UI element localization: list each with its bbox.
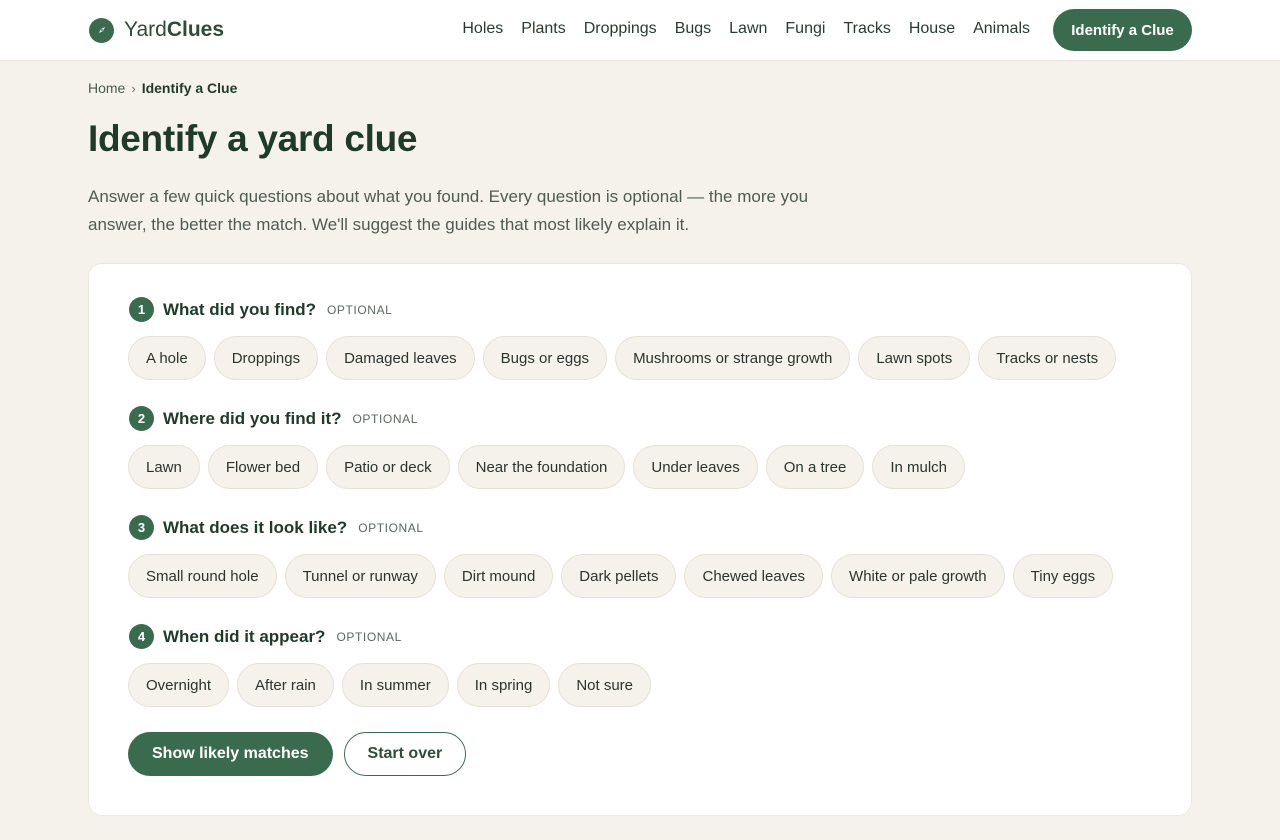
breadcrumb-current: Identify a Clue [141,80,238,96]
question-4-header: 4 When did it appear? OPTIONAL [129,624,402,649]
option-chip[interactable]: In mulch [872,445,966,489]
nav-item-droppings[interactable]: Droppings [584,20,657,38]
question-1-options: A hole Droppings Damaged leaves Bugs or … [128,336,1117,380]
brand-logo-link[interactable]: YardClues [89,17,224,43]
option-chip[interactable]: Small round hole [128,554,277,598]
option-chip[interactable]: Lawn [128,445,200,489]
question-text: What does it look like? [163,517,348,537]
question-number-badge: 1 [129,297,154,322]
brand-name-part1: Yard [124,18,167,41]
nav-item-lawn[interactable]: Lawn [729,20,767,38]
option-chip[interactable]: Dark pellets [561,554,677,598]
question-2-options: Lawn Flower bed Patio or deck Near the f… [128,445,966,489]
identify-clue-button[interactable]: Identify a Clue [1053,9,1192,51]
nav-item-bugs[interactable]: Bugs [675,20,711,38]
question-3-header: 3 What does it look like? OPTIONAL [129,515,424,540]
show-matches-button[interactable]: Show likely matches [128,732,333,776]
question-text: What did you find? [163,299,316,319]
option-chip[interactable]: Near the foundation [457,445,626,489]
option-chip[interactable]: Under leaves [633,445,758,489]
nav-item-animals[interactable]: Animals [973,20,1030,38]
nav-item-plants[interactable]: Plants [521,20,565,38]
option-chip[interactable]: Patio or deck [326,445,450,489]
option-chip[interactable]: Damaged leaves [326,336,475,380]
question-text: Where did you find it? [163,408,342,428]
option-chip[interactable]: A hole [128,336,206,380]
breadcrumb-home-link[interactable]: Home [88,80,125,96]
form-actions: Show likely matches Start over [128,732,467,776]
option-chip[interactable]: Overnight [128,663,230,707]
question-4-options: Overnight After rain In summer In spring… [128,663,652,707]
option-chip[interactable]: Tiny eggs [1012,554,1114,598]
option-chip[interactable]: After rain [237,663,334,707]
option-chip[interactable]: Droppings [213,336,319,380]
nav-item-holes[interactable]: Holes [462,20,503,38]
option-chip[interactable]: Lawn spots [858,336,971,380]
main-nav: Holes Plants Droppings Bugs Lawn Fungi T… [462,20,1030,38]
question-number-badge: 2 [129,406,154,431]
optional-label: OPTIONAL [352,411,418,426]
question-1-header: 1 What did you find? OPTIONAL [129,297,392,322]
option-chip[interactable]: Not sure [558,663,652,707]
optional-label: OPTIONAL [336,629,402,644]
option-chip[interactable]: Mushrooms or strange growth [615,336,851,380]
page-title: Identify a yard clue [88,118,418,159]
question-number-badge: 4 [129,624,154,649]
compass-icon [89,17,114,43]
identify-form-card: 1 What did you find? OPTIONAL A hole Dro… [88,263,1192,816]
option-chip[interactable]: Tracks or nests [978,336,1117,380]
option-chip[interactable]: In summer [341,663,449,707]
nav-item-fungi[interactable]: Fungi [785,20,825,38]
top-navigation-bar: YardClues Holes Plants Droppings Bugs La… [0,0,1280,61]
option-chip[interactable]: Dirt mound [443,554,554,598]
option-chip[interactable]: Bugs or eggs [482,336,608,380]
option-chip[interactable]: On a tree [765,445,865,489]
nav-item-house[interactable]: House [909,20,955,38]
brand-name-part2: Clues [166,18,224,41]
start-over-button[interactable]: Start over [343,732,467,776]
optional-label: OPTIONAL [358,520,424,535]
question-2-header: 2 Where did you find it? OPTIONAL [129,406,418,431]
option-chip[interactable]: Tunnel or runway [284,554,436,598]
optional-label: OPTIONAL [326,302,393,317]
option-chip[interactable]: In spring [456,663,551,707]
question-3-options: Small round hole Tunnel or runway Dirt m… [128,554,1114,598]
breadcrumb: Home › Identify a Clue [88,80,237,96]
breadcrumb-separator: › [131,80,136,96]
nav-item-tracks[interactable]: Tracks [843,20,890,38]
option-chip[interactable]: White or pale growth [831,554,1005,598]
question-text: When did it appear? [163,626,326,646]
option-chip[interactable]: Chewed leaves [684,554,824,598]
option-chip[interactable]: Flower bed [207,445,319,489]
question-number-badge: 3 [129,515,154,540]
page-intro: Answer a few quick questions about what … [88,187,809,234]
